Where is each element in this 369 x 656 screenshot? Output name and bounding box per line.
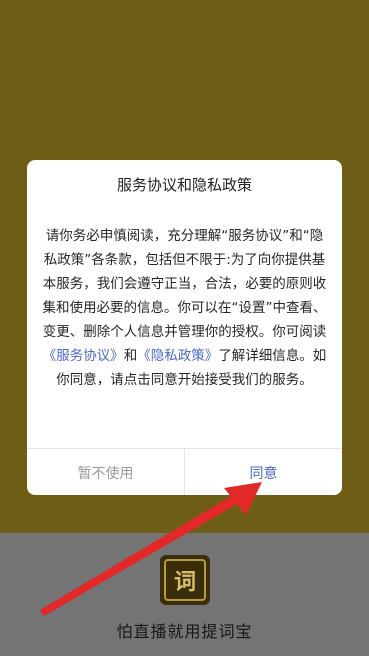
- service-agreement-link[interactable]: 《服务协议》: [43, 348, 124, 364]
- dialog-footer: 暂不使用 同意: [27, 448, 342, 495]
- agree-button[interactable]: 同意: [185, 449, 342, 495]
- app-logo: 词: [160, 555, 210, 605]
- dialog-title: 服务协议和隐私政策: [116, 176, 252, 194]
- privacy-dialog: 服务协议和隐私政策 请你务必申慎阅读，充分理解“服务协议”和“隐私政策”各条款，…: [27, 160, 342, 495]
- dialog-body-and: 和: [123, 348, 138, 364]
- privacy-policy-link[interactable]: 《隐私政策》: [137, 348, 218, 364]
- dialog-body-prefix: 请你务必申慎阅读，充分理解“服务协议”和“隐私政策”各条款，包括但不限于:为了向…: [42, 228, 327, 340]
- app-logo-icon: 词: [164, 559, 206, 601]
- decline-button[interactable]: 暂不使用: [27, 449, 185, 495]
- app-tagline: 怕直播就用提词宝: [116, 622, 253, 641]
- dialog-body: 请你务必申慎阅读，充分理解“服务协议”和“隐私政策”各条款，包括但不限于:为了向…: [42, 224, 327, 392]
